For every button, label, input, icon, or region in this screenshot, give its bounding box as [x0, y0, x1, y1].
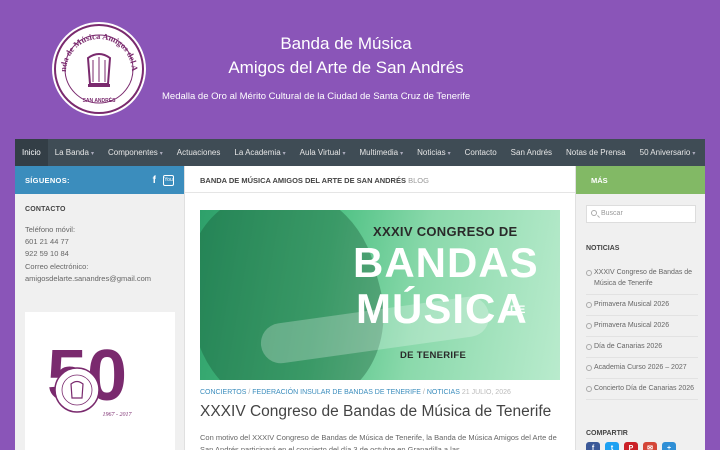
follow-bar: SÍGUENOS: f You — [15, 166, 184, 194]
nav-item-label: Contacto — [464, 148, 497, 157]
more-label: MÁS — [591, 175, 608, 185]
nav-item-label: Notas de Prensa — [566, 148, 626, 157]
news-item[interactable]: Día de Canarias 2026 — [586, 337, 698, 358]
post-title[interactable]: XXXIV Congreso de Bandas de Música de Te… — [200, 403, 551, 421]
right-sidebar: MÁS Buscar NOTICIAS XXXIV Congreso de Ba… — [575, 166, 705, 450]
chevron-down-icon: ▾ — [282, 151, 286, 157]
featured-line1: XXXIV CONGRESO DE — [373, 224, 518, 239]
nav-item-notas-de-prensa[interactable]: Notas de Prensa — [559, 139, 633, 166]
category-link[interactable]: FEDERACIÓN INSULAR DE BANDAS DE TENERIFE — [252, 389, 421, 396]
logo-emblem: Banda de Música Amigos del Arte SAN ANDR… — [52, 22, 144, 114]
category-link[interactable]: CONCIERTOS — [200, 389, 246, 396]
chevron-down-icon: ▾ — [400, 151, 404, 157]
anniversary-logo[interactable]: 50 1967 - 2017 — [25, 312, 175, 450]
chevron-down-icon: ▾ — [692, 151, 696, 157]
featured-image[interactable]: XXXIV CONGRESO DE BANDAS MÚSICA DE DE TE… — [200, 210, 560, 380]
featured-line4: DE TENERIFE — [400, 350, 467, 361]
svg-text:SAN ANDRÉS: SAN ANDRÉS — [83, 96, 117, 104]
nav-item-label: Actuaciones — [176, 148, 221, 157]
nav-item-aula-virtual[interactable]: Aula Virtual ▾ — [293, 139, 353, 166]
category-link[interactable]: NOTICIAS — [427, 389, 460, 396]
news-list: XXXIV Congreso de Bandas de Música de Te… — [586, 263, 698, 400]
nav-item-inicio[interactable]: Inicio — [15, 139, 48, 166]
news-item[interactable]: Primavera Musical 2026 — [586, 316, 698, 337]
breadcrumb-blog: BLOG — [408, 176, 429, 185]
email-share-icon[interactable]: ✉ — [643, 442, 657, 450]
breadcrumb-site[interactable]: BANDA DE MÚSICA AMIGOS DEL ARTE DE SAN A… — [200, 176, 406, 185]
search-placeholder: Buscar — [601, 210, 623, 217]
chevron-down-icon: ▾ — [90, 151, 94, 157]
twitter-share-icon[interactable]: t — [605, 442, 619, 450]
news-title: NOTICIAS — [586, 245, 620, 252]
chevron-down-icon: ▾ — [447, 151, 451, 157]
nav-item-label: 50 Aniversario — [639, 148, 691, 157]
nav-item-label: Aula Virtual — [299, 148, 341, 157]
site-title-line1: Banda de Música — [280, 34, 412, 53]
divider — [185, 192, 575, 193]
contact-email[interactable]: amigosdelarte.sanandres@gmail.com — [25, 273, 174, 285]
left-sidebar: SÍGUENOS: f You CONTACTO Teléfono móvil:… — [15, 166, 185, 450]
nav-item-label: La Academia — [234, 148, 281, 157]
nav-item-contacto[interactable]: Contacto — [458, 139, 504, 166]
news-item[interactable]: Primavera Musical 2026 — [586, 295, 698, 316]
chevron-down-icon: ▾ — [159, 151, 163, 157]
nav-item-actuaciones[interactable]: Actuaciones — [170, 139, 228, 166]
site-title-line2: Amigos del Arte de San Andrés — [228, 58, 464, 77]
featured-line3-de: DE — [510, 304, 526, 316]
nav-item-multimedia[interactable]: Multimedia ▾ — [352, 139, 410, 166]
nav-item-la-academia[interactable]: La Academia ▾ — [227, 139, 292, 166]
news-item[interactable]: Concierto Día de Canarias 2026 — [586, 379, 698, 400]
contact-title: CONTACTO — [25, 206, 66, 213]
nav-item-label: Inicio — [22, 148, 41, 157]
contact-phone-1[interactable]: 601 21 44 77 — [25, 236, 174, 248]
breadcrumb: BANDA DE MÚSICA AMIGOS DEL ARTE DE SAN A… — [200, 176, 429, 185]
more-share-icon[interactable]: + — [662, 442, 676, 450]
nav-item-noticias[interactable]: Noticias ▾ — [410, 139, 457, 166]
search-icon — [591, 210, 597, 216]
meta-separator: / — [422, 389, 425, 396]
share-title: COMPARTIR — [586, 430, 628, 437]
news-item[interactable]: Academia Curso 2026 – 2027 — [586, 358, 698, 379]
facebook-icon[interactable]: f — [153, 175, 156, 186]
site-title[interactable]: Banda de Música Amigos del Arte de San A… — [196, 32, 496, 80]
nav-item-label: La Banda — [54, 148, 89, 157]
meta-separator: / — [248, 389, 251, 396]
contact-line: Correo electrónico: — [25, 261, 89, 271]
search-input[interactable]: Buscar — [586, 205, 696, 223]
featured-line3: MÚSICA — [356, 285, 528, 332]
site-tagline: Medalla de Oro al Mérito Cultural de la … — [162, 91, 471, 102]
facebook-share-icon[interactable]: f — [586, 442, 600, 450]
more-bar: MÁS — [576, 166, 705, 194]
main-nav: Inicio La Banda ▾ Componentes ▾ Actuaciones La… — [15, 139, 705, 166]
nav-item-la-banda[interactable]: La Banda ▾ — [48, 139, 101, 166]
nav-item-label: Multimedia — [359, 148, 399, 157]
share-buttons: f t P ✉ + — [586, 442, 681, 450]
svg-text:1967 - 2017: 1967 - 2017 — [103, 412, 133, 418]
nav-item-componentes[interactable]: Componentes ▾ — [101, 139, 170, 166]
page-content: SÍGUENOS: f You CONTACTO Teléfono móvil:… — [15, 166, 705, 450]
nav-item-label: San Andrés — [510, 148, 553, 157]
contact-line: Teléfono móvil: — [25, 225, 76, 234]
featured-line2: BANDAS — [353, 239, 539, 286]
main-column: BANDA DE MÚSICA AMIGOS DEL ARTE DE SAN A… — [185, 166, 575, 450]
pinterest-share-icon[interactable]: P — [624, 442, 638, 450]
news-item[interactable]: XXXIV Congreso de Bandas de Música de Te… — [586, 263, 698, 295]
nav-item-label: Componentes — [107, 148, 158, 157]
chevron-down-icon: ▾ — [342, 151, 346, 157]
post-excerpt: Con motivo del XXXIV Congreso de Bandas … — [200, 433, 557, 450]
contact-phone-2[interactable]: 922 59 10 84 — [25, 248, 174, 260]
site-header: Banda de Música Amigos del Arte SAN ANDR… — [0, 0, 720, 140]
post-meta: CONCIERTOS / FEDERACIÓN INSULAR DE BANDA… — [200, 389, 511, 396]
nav-item-label: Noticias — [417, 148, 446, 157]
follow-label: SÍGUENOS: — [25, 175, 70, 185]
contact-widget: CONTACTO Teléfono móvil: 601 21 44 77 92… — [15, 194, 184, 285]
post-date: 21 JULIO, 2026 — [461, 389, 511, 396]
nav-item-san-andrés[interactable]: San Andrés — [504, 139, 559, 166]
youtube-icon[interactable]: You — [163, 174, 174, 186]
nav-item-50-aniversario[interactable]: 50 Aniversario ▾ — [633, 139, 703, 166]
band-logo[interactable]: Banda de Música Amigos del Arte SAN ANDR… — [52, 22, 146, 116]
